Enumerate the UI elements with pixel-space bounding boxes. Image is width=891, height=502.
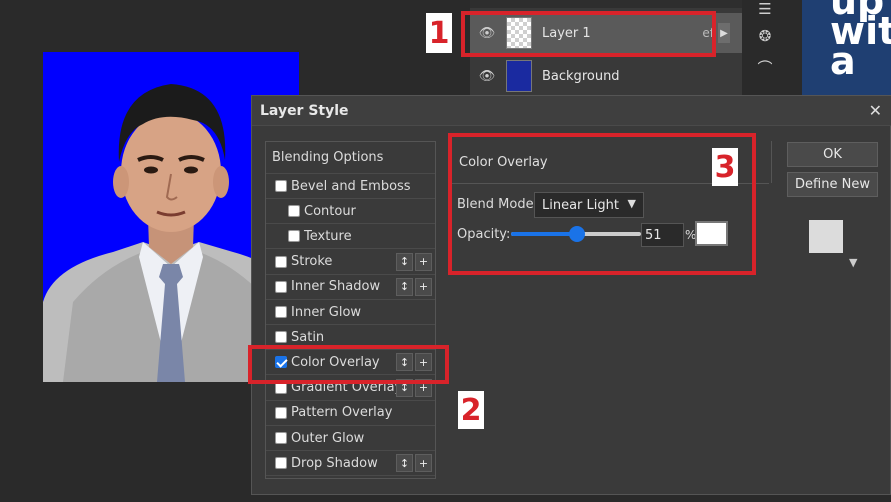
style-preview [809,220,843,253]
style-checkbox[interactable] [275,406,287,419]
style-item-bevel-and-emboss[interactable]: Bevel and Emboss [266,174,435,199]
dialog-titlebar[interactable]: Layer Style ✕ [252,96,891,126]
style-item-drop-shadow[interactable]: Drop Shadow ↕ + [266,451,435,477]
style-item-label: Pattern Overlay [291,405,393,421]
style-checkbox[interactable] [275,306,287,318]
style-item-texture[interactable]: Texture [266,224,435,250]
style-item-outer-glow[interactable]: Outer Glow [266,426,435,451]
ad-text: up wit a [830,0,891,83]
annotation-label-3: 3 [712,148,738,186]
reorder-icon[interactable]: ↕ [396,252,413,271]
style-checkbox[interactable] [275,280,287,293]
paths-icon[interactable]: ⌒ [752,57,778,79]
reorder-icon[interactable]: ↕ [396,454,413,473]
style-item-label: Bevel and Emboss [291,178,411,194]
side-toolbar: ☰ ❂ ⌒ [744,0,784,100]
style-item-label: Outer Glow [291,430,365,446]
annotation-label-1: 1 [426,13,452,53]
style-item-label: Blending Options [272,150,384,165]
style-item-label: Inner Shadow [291,279,381,295]
add-icon[interactable]: + [415,277,432,296]
annotation-box-1 [461,11,716,57]
preview-menu-arrow-icon[interactable]: ▼ [849,256,857,269]
style-checkbox[interactable] [275,432,287,444]
divider [771,141,772,183]
annotation-label-2: 2 [458,391,484,429]
style-checkbox[interactable] [275,255,287,268]
annotation-box-3 [448,133,756,275]
reorder-icon[interactable]: ↕ [396,277,413,296]
style-item-label: Stroke [291,254,333,270]
style-checkbox[interactable] [288,205,300,218]
ad-banner[interactable]: up wit a [802,0,891,96]
style-item-label: Satin [291,329,325,345]
app-root: 👁 Layer 1 ef ▶ 👁 Background ☰ ❂ ⌒ up wit a… [0,0,891,502]
style-checkbox[interactable] [275,180,287,192]
style-checkbox[interactable] [275,457,287,470]
dialog-title: Layer Style [260,103,349,119]
style-item-stroke[interactable]: Stroke ↕ + [266,250,435,275]
visibility-eye-icon[interactable]: 👁 [470,69,504,84]
close-icon[interactable]: ✕ [869,101,882,120]
layers-stack-icon[interactable]: ☰ [752,0,778,22]
style-item-label: Drop Shadow [291,455,378,471]
style-item-label: Contour [304,203,356,219]
style-list: Blending Options Bevel and Emboss Contour T… [265,141,436,479]
ok-button[interactable]: OK [787,142,878,167]
style-item-inner-glow[interactable]: Inner Glow [266,300,435,325]
style-item-contour[interactable]: Contour [266,199,435,225]
expand-arrow-icon[interactable]: ▶ [718,23,730,43]
style-item-pattern-overlay[interactable]: Pattern Overlay [266,401,435,426]
layer-thumbnail [506,60,532,92]
channels-icon[interactable]: ❂ [752,27,778,49]
layer-name: Background [542,68,620,84]
layer-row-background[interactable]: 👁 Background [470,56,742,96]
add-icon[interactable]: + [415,252,432,271]
add-icon[interactable]: + [415,454,432,473]
annotation-box-2 [248,345,449,384]
style-item-inner-shadow[interactable]: Inner Shadow ↕ + [266,275,435,300]
style-item-blending-options[interactable]: Blending Options [266,142,435,174]
style-item-label: Inner Glow [291,304,362,320]
style-checkbox[interactable] [275,331,287,344]
style-item-label: Texture [304,228,352,244]
define-new-button[interactable]: Define New [787,172,878,197]
style-checkbox[interactable] [288,230,300,243]
layers-toolbar [470,0,742,8]
